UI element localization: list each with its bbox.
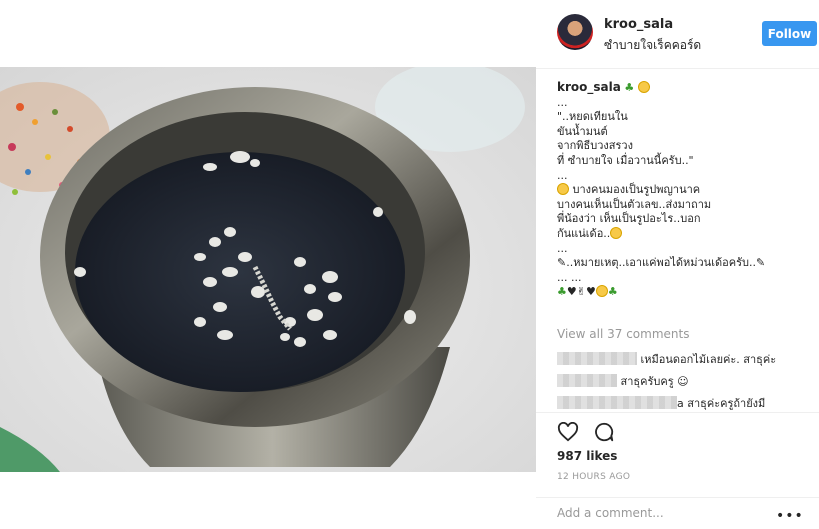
clover-emoji-icon: ♣ xyxy=(624,81,635,94)
smiley-emoji-icon xyxy=(557,183,569,196)
pencil-emoji-icon: ✎ xyxy=(557,256,567,270)
post-sidebar: kroo_sala ซำบายใจเร็คคอร์ด Follow kroo_s… xyxy=(536,0,819,528)
caption-line: บางคนมองเป็นรูปพญานาค xyxy=(572,183,701,197)
emoji-row: ♣♥✌♥ ♣ xyxy=(557,285,815,300)
victory-hand-emoji-icon: ✌ xyxy=(576,285,586,299)
clover-emoji-icon: ♣ xyxy=(557,285,567,299)
comment-item: a สาธุค่ะครูถ้ายังมี xyxy=(557,394,765,412)
caption: kroo_sala ♣ ... "..หยดเทียนใน ขันน้ำมนต์… xyxy=(557,80,815,300)
post-header: kroo_sala ซำบายใจเร็คคอร์ด Follow xyxy=(536,0,819,69)
comment-text: สาธุค่ะครูถ้ายังมี xyxy=(687,397,766,410)
person-emoji-icon: ☺ xyxy=(677,375,689,388)
smiley-emoji-icon xyxy=(610,226,623,239)
caption-line: ... ... xyxy=(557,270,582,284)
blurred-username[interactable] xyxy=(557,352,637,365)
speech-bubble-icon[interactable] xyxy=(593,421,615,443)
comment-item: เหมือนดอกไม้เลยค่ะ. สาธุค่ะ xyxy=(557,350,776,368)
add-comment-bar: ••• xyxy=(536,497,819,529)
clover-emoji-icon: ♣ xyxy=(607,285,618,299)
header-username[interactable]: kroo_sala xyxy=(604,17,673,32)
avatar[interactable] xyxy=(557,14,593,50)
caption-line: จากพิธีบวงสรวง xyxy=(557,139,633,153)
smiley-emoji-icon xyxy=(595,285,608,298)
comment-item: สาธุครับครู ☺ xyxy=(557,372,689,390)
caption-line: บางคนเห็นเป็นตัวเลข..ส่งมาถาม xyxy=(557,197,712,211)
caption-line: ... xyxy=(557,95,568,109)
post-timestamp[interactable]: 12 HOURS AGO xyxy=(557,472,630,482)
heart-emoji-icon: ♥ xyxy=(566,285,577,299)
caption-line: ... xyxy=(557,241,568,255)
likes-count[interactable]: 987 likes xyxy=(557,449,617,463)
blurred-username[interactable] xyxy=(557,396,677,409)
caption-line: ที่ ซำบายใจ เมื่อวานนี้ครับ.." xyxy=(557,153,694,167)
view-all-comments-link[interactable]: View all 37 comments xyxy=(557,327,689,341)
caption-line: พี่น้องว่า เห็นเป็นรูปอะไร..บอก xyxy=(557,212,701,226)
action-bar xyxy=(536,412,819,451)
comment-text: สาธุครับครู xyxy=(620,375,674,388)
username-tail[interactable]: a xyxy=(677,397,684,410)
caption-line: ขันน้ำมนต์ xyxy=(557,124,608,138)
blurred-username[interactable] xyxy=(557,374,617,387)
caption-line: "..หยดเทียนใน xyxy=(557,110,628,124)
add-comment-input[interactable] xyxy=(557,506,757,520)
caption-line: กันแน่เด้อ.. xyxy=(557,226,611,240)
post-photo[interactable] xyxy=(0,67,536,472)
pencil-emoji-icon: ✎ xyxy=(755,256,766,270)
follow-button[interactable]: Follow xyxy=(762,21,817,46)
smiley-emoji-icon xyxy=(637,81,650,93)
comment-text: เหมือนดอกไม้เลยค่ะ. สาธุค่ะ xyxy=(640,353,777,366)
ellipsis-icon[interactable]: ••• xyxy=(776,508,804,524)
caption-line: ... xyxy=(557,168,568,182)
caption-line: ..หมายเหตุ..เอาแค่พอได้หม่วนเด้อครับ.. xyxy=(566,256,756,270)
heart-outline-icon[interactable] xyxy=(557,422,579,442)
caption-username[interactable]: kroo_sala xyxy=(557,80,621,94)
header-location[interactable]: ซำบายใจเร็คคอร์ด xyxy=(604,36,701,55)
heart-emoji-icon: ♥ xyxy=(585,285,596,299)
